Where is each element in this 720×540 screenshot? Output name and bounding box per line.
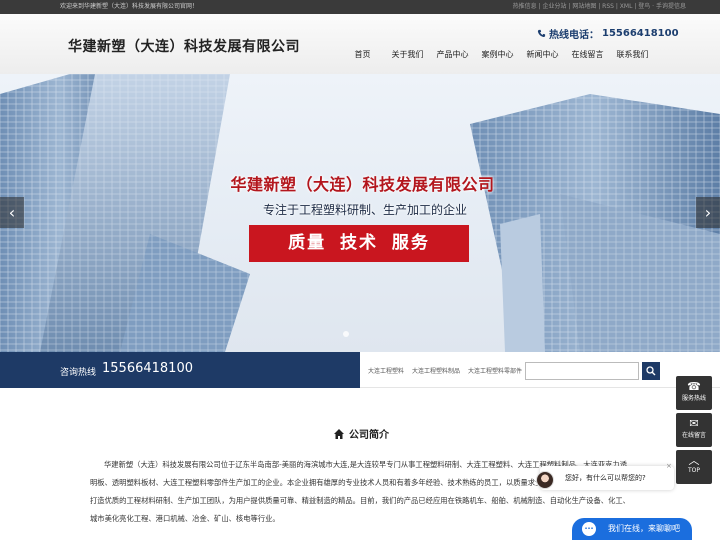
float-message-label: 在线留言: [681, 432, 706, 439]
nav-item-message[interactable]: 在线留言: [565, 49, 610, 60]
nav-item-about[interactable]: 关于我们: [385, 49, 430, 60]
hero-banner: 华建新塑（大连）科技发展有限公司 专注于工程塑料研制、生产加工的企业 质量 技术…: [0, 74, 720, 352]
float-online-message[interactable]: ✉ 在线留言: [676, 413, 712, 447]
consult-hotline: 咨询热线 15566418100: [0, 352, 360, 388]
banner-pagination-dot[interactable]: [343, 331, 349, 337]
consult-label: 咨询热线: [60, 368, 97, 378]
message-icon: ✉: [689, 417, 699, 430]
info-bar: 咨询热线 15566418100 大连工程塑料 大连工程塑料制品 大连工程塑料零…: [0, 352, 720, 388]
banner-next-button[interactable]: ›: [696, 197, 720, 228]
chevron-up-icon: ︿: [688, 454, 700, 467]
header: 华建新塑（大连）科技发展有限公司 热线电话： 15566418100 首页 关于…: [0, 14, 720, 74]
search-input[interactable]: [525, 362, 639, 380]
home-icon: [334, 428, 344, 439]
about-title: 公司简介: [349, 430, 389, 441]
float-service-label: 服务热线: [681, 395, 706, 402]
header-hotline: 热线电话： 15566418100: [537, 26, 679, 41]
phone-icon: [537, 29, 546, 38]
float-top-label: TOP: [687, 467, 700, 474]
nav-item-news[interactable]: 新闻中心: [520, 49, 565, 60]
welcome-text: 欢迎来到华建新塑（大连）科技发展有限公司官网！: [60, 3, 199, 10]
banner-slogan-box: 质量 技术 服务: [249, 225, 469, 262]
top-bar: 欢迎来到华建新塑（大连）科技发展有限公司官网！ 热推信息 | 企业分站 | 网站…: [0, 0, 720, 14]
search-button[interactable]: [642, 362, 660, 380]
tag-link[interactable]: 大连工程塑料制品: [412, 366, 460, 375]
consult-number: 15566418100: [102, 361, 193, 376]
nav-item-home[interactable]: 首页: [340, 49, 385, 60]
banner-prev-button[interactable]: ‹: [0, 197, 24, 228]
banner-subtitle: 专注于工程塑料研制、生产加工的企业: [262, 203, 467, 217]
tag-link[interactable]: 大连工程塑料零部件: [468, 366, 522, 375]
chat-launch-button[interactable]: ··· 我们在线，来聊聊吧: [572, 518, 692, 540]
page: 欢迎来到华建新塑（大连）科技发展有限公司官网！ 热推信息 | 企业分站 | 网站…: [0, 0, 720, 540]
avatar: [536, 471, 554, 489]
hotline-number: 15566418100: [602, 28, 679, 39]
tag-link[interactable]: 大连工程塑料: [368, 366, 404, 375]
hot-tags: 大连工程塑料 大连工程塑料制品 大连工程塑料零部件: [368, 366, 522, 375]
company-logo-title[interactable]: 华建新塑（大连）科技发展有限公司: [68, 36, 300, 56]
search-icon: [646, 366, 656, 376]
banner-title: 华建新塑（大连）科技发展有限公司: [230, 175, 495, 194]
about-heading: 公司简介: [333, 426, 389, 441]
chat-icon: ···: [582, 522, 596, 536]
phone-icon: ☎: [687, 380, 701, 393]
nav-item-products[interactable]: 产品中心: [430, 49, 475, 60]
top-links[interactable]: 热推信息 | 企业分站 | 网站地图 | RSS | XML | 登鸟 · 手询…: [513, 0, 686, 14]
hotline-label: 热线电话：: [549, 30, 599, 41]
float-service-hotline[interactable]: ☎ 服务热线: [676, 376, 712, 410]
nav-item-cases[interactable]: 案例中心: [475, 49, 520, 60]
nav-item-contact[interactable]: 联系我们: [610, 49, 655, 60]
float-back-to-top[interactable]: ︿ TOP: [676, 450, 712, 484]
chat-close-icon[interactable]: ×: [666, 462, 672, 470]
main-nav: 首页 关于我们 产品中心 案例中心 新闻中心 在线留言 联系我们: [340, 49, 655, 60]
chat-bar-label: 我们在线，来聊聊吧: [608, 524, 680, 533]
chat-greeting-text: 您好，有什么可以帮您的?: [565, 474, 646, 482]
